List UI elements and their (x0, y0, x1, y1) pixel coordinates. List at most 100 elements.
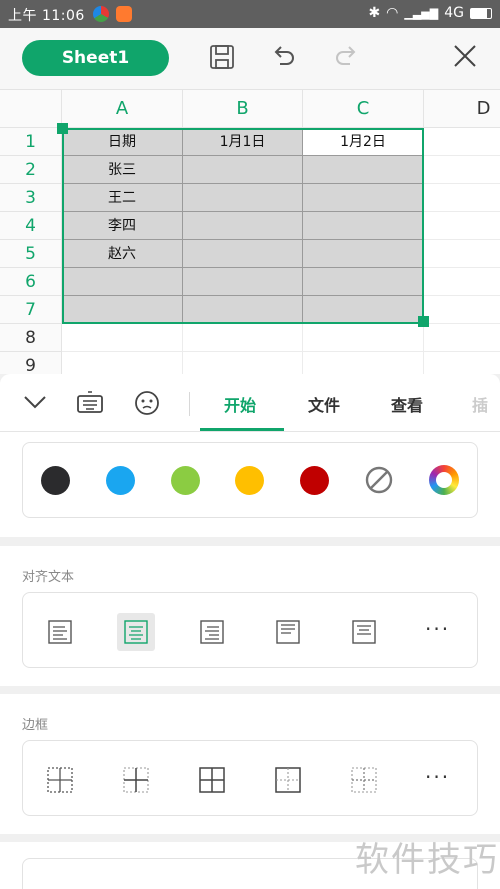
tab-file[interactable]: 文件 (308, 392, 340, 416)
color-swatch-green[interactable] (171, 466, 200, 495)
border-card: ··· (22, 740, 478, 816)
tab-insert[interactable]: 插 (472, 392, 488, 416)
cell-a3[interactable]: 王二 (62, 184, 183, 212)
border-inner-dashed-icon[interactable] (345, 761, 383, 799)
align-section: 对齐文本 ··· (0, 546, 500, 686)
app-notification-icon (116, 6, 132, 22)
border-section: 边框 ··· (0, 694, 500, 834)
more-colors-icon[interactable] (429, 465, 459, 495)
cell-a5[interactable]: 赵六 (62, 240, 183, 268)
cell-c8[interactable] (303, 324, 424, 352)
collapse-panel-icon[interactable] (22, 391, 48, 417)
border-label: 边框 (22, 718, 49, 733)
battery-icon (470, 7, 492, 19)
align-more-icon[interactable]: ··· (425, 617, 450, 641)
sheet-name-button[interactable]: Sheet1 (22, 40, 169, 76)
status-time: 上午 11:06 (8, 8, 85, 24)
row-header-5[interactable]: 5 (0, 240, 62, 268)
bluetooth-icon: ✱ (368, 5, 381, 21)
active-tab-indicator (200, 428, 284, 431)
column-header-b[interactable]: B (183, 90, 303, 128)
color-swatch-yellow[interactable] (235, 466, 264, 495)
wifi-icon: ◠ (386, 5, 399, 21)
format-panel: 开始 文件 查看 插 对齐文本 ··· 边框 ··· (0, 374, 500, 889)
align-label: 对齐文本 (22, 570, 75, 585)
align-card: ··· (22, 592, 478, 668)
align-center-icon[interactable] (117, 613, 155, 651)
fill-color-card (22, 442, 478, 518)
cell-b3[interactable] (183, 184, 303, 212)
close-icon[interactable] (452, 43, 482, 73)
row-header-4[interactable]: 4 (0, 212, 62, 240)
border-outer-icon[interactable] (269, 761, 307, 799)
selection-handle-top-left[interactable] (57, 123, 68, 134)
row-header-2[interactable]: 2 (0, 156, 62, 184)
color-swatch-red[interactable] (300, 466, 329, 495)
column-header-a[interactable]: A (62, 90, 183, 128)
top-toolbar: Sheet1 (0, 28, 500, 90)
border-more-icon[interactable]: ··· (425, 765, 450, 789)
browser-icon (93, 6, 109, 22)
align-bottom-icon[interactable] (345, 613, 383, 651)
align-top-icon[interactable] (269, 613, 307, 651)
tab-view[interactable]: 查看 (391, 392, 423, 416)
cell-b6[interactable] (183, 268, 303, 296)
cell-a2[interactable]: 张三 (62, 156, 183, 184)
column-header-d[interactable]: D (424, 90, 500, 128)
align-right-icon[interactable] (193, 613, 231, 651)
row-header-9[interactable]: 9 (0, 352, 62, 376)
cell-c5[interactable] (303, 240, 424, 268)
cell-b4[interactable] (183, 212, 303, 240)
color-swatch-blue[interactable] (106, 466, 135, 495)
cell-b5[interactable] (183, 240, 303, 268)
network-type: 4G (444, 5, 464, 21)
cell-b1[interactable]: 1月1日 (183, 128, 303, 156)
spreadsheet-grid[interactable]: A B C D 1 2 3 4 5 6 7 8 9 日期 1月1日 1月2日 张… (0, 90, 500, 376)
cell-c9[interactable] (303, 352, 424, 376)
row-header-6[interactable]: 6 (0, 268, 62, 296)
status-bar: 上午 11:06 ✱ ◠ ▁▃▅▇ 4G (0, 0, 500, 28)
assistant-icon[interactable] (133, 389, 161, 421)
cell-a9[interactable] (62, 352, 183, 376)
cell-b8[interactable] (183, 324, 303, 352)
redo-icon[interactable] (332, 43, 362, 73)
cell-a6[interactable] (62, 268, 183, 296)
cell-c2[interactable] (303, 156, 424, 184)
cell-c3[interactable] (303, 184, 424, 212)
cell-c7[interactable] (303, 296, 424, 324)
row-header-3[interactable]: 3 (0, 184, 62, 212)
cell-a8[interactable] (62, 324, 183, 352)
tab-divider (189, 392, 190, 416)
align-left-icon[interactable] (41, 613, 79, 651)
row-header-7[interactable]: 7 (0, 296, 62, 324)
border-inner-icon[interactable] (117, 761, 155, 799)
cell-a7[interactable] (62, 296, 183, 324)
column-d-cells[interactable] (424, 128, 500, 376)
border-all-icon[interactable] (193, 761, 231, 799)
cell-a4[interactable]: 李四 (62, 212, 183, 240)
row-header-8[interactable]: 8 (0, 324, 62, 352)
cell-c4[interactable] (303, 212, 424, 240)
column-header-c[interactable]: C (303, 90, 424, 128)
panel-tab-bar: 开始 文件 查看 插 (0, 374, 500, 432)
tab-start[interactable]: 开始 (224, 392, 256, 416)
color-swatch-black[interactable] (41, 466, 70, 495)
undo-icon[interactable] (270, 43, 300, 73)
row-header-1[interactable]: 1 (0, 128, 62, 156)
cell-c1[interactable]: 1月2日 (303, 128, 424, 156)
app-screen: 上午 11:06 ✱ ◠ ▁▃▅▇ 4G Sheet1 A B C D 1 2 … (0, 0, 500, 889)
signal-icon: ▁▃▅▇ (404, 6, 439, 20)
border-all-dashed-icon[interactable] (41, 761, 79, 799)
cell-b2[interactable] (183, 156, 303, 184)
keyboard-icon[interactable] (76, 390, 104, 420)
cell-b9[interactable] (183, 352, 303, 376)
cell-c6[interactable] (303, 268, 424, 296)
corner-header[interactable] (0, 90, 62, 128)
cell-a1[interactable]: 日期 (62, 128, 183, 156)
selection-handle-bottom-right[interactable] (418, 316, 429, 327)
fill-color-section (0, 432, 500, 537)
no-fill-icon[interactable] (364, 465, 394, 499)
save-icon[interactable] (208, 43, 238, 73)
watermark: 软件技巧 (355, 840, 499, 880)
cell-b7[interactable] (183, 296, 303, 324)
